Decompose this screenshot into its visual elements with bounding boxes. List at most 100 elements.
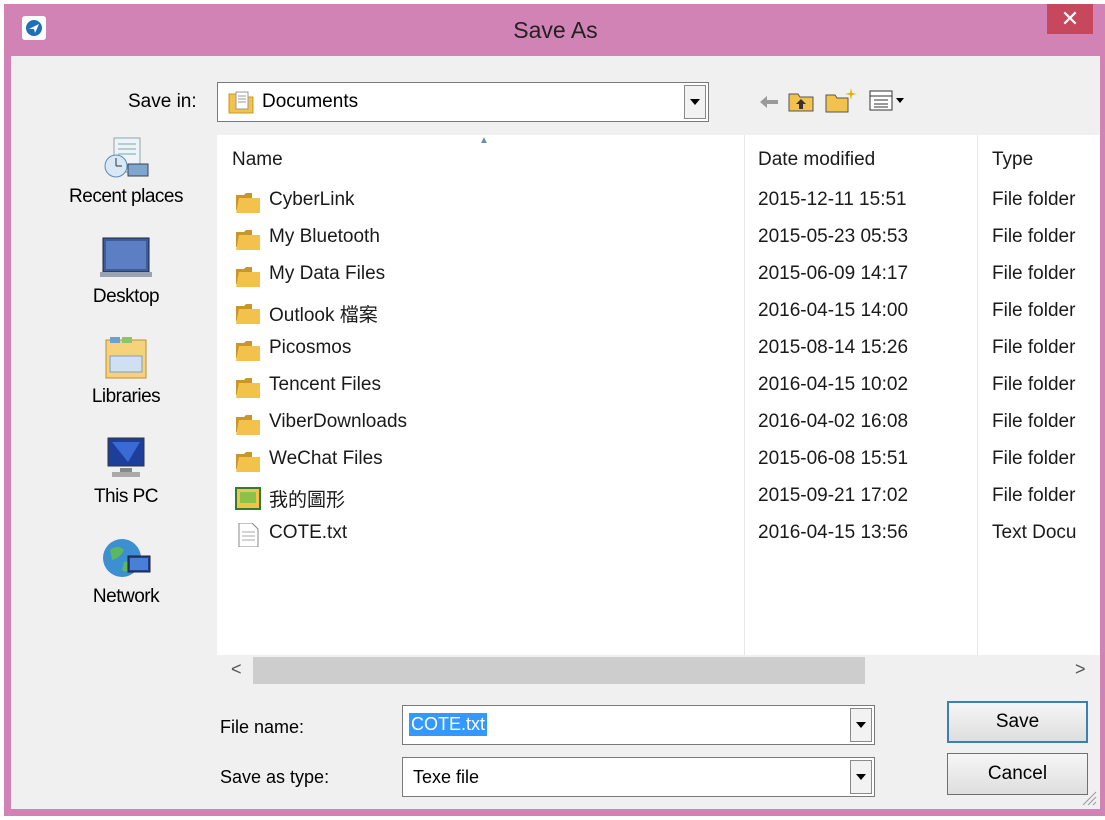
folder-icon — [236, 230, 260, 250]
libraries-icon — [105, 337, 147, 379]
file-type: File folder — [992, 411, 1076, 432]
documents-folder-icon — [228, 91, 254, 114]
chevron-down-icon — [690, 99, 700, 105]
file-row[interactable]: Tencent Files 2016-04-15 10:02 File fold… — [217, 368, 1100, 405]
cancel-button[interactable]: Cancel — [947, 753, 1088, 795]
file-name: My Data Files — [269, 263, 386, 284]
desktop-icon — [100, 237, 152, 277]
place-libraries[interactable]: Libraries — [51, 336, 201, 408]
file-date: 2015-12-11 15:51 — [758, 189, 907, 210]
file-name-label: File name: — [220, 717, 305, 737]
file-date: 2016-04-15 13:56 — [758, 522, 909, 543]
back-arrow-icon[interactable] — [758, 93, 780, 111]
file-list[interactable]: Name ▲ Date modified Type CyberLink 2015… — [217, 135, 1100, 655]
file-type: File folder — [992, 337, 1076, 358]
file-row[interactable]: WeChat Files 2015-06-08 15:51 File folde… — [217, 442, 1100, 479]
recent-places-icon — [104, 137, 149, 178]
file-row[interactable]: My Bluetooth 2015-05-23 05:53 File folde… — [217, 220, 1100, 257]
file-name: 我的圖形 — [269, 490, 346, 511]
save-in-label: Save in: — [128, 91, 197, 112]
folder-icon — [236, 193, 260, 213]
file-type: File folder — [992, 226, 1076, 247]
file-row[interactable]: CyberLink 2015-12-11 15:51 File folder — [217, 183, 1100, 220]
file-name-input[interactable]: COTE.txt — [402, 705, 875, 745]
save-in-dropdown-arrow[interactable] — [684, 85, 706, 119]
folder-icon — [236, 452, 260, 472]
file-type: File folder — [992, 263, 1076, 284]
file-type: File folder — [992, 374, 1076, 395]
folder-icon — [236, 267, 260, 287]
file-name: Tencent Files — [269, 374, 381, 395]
window-title: Save As — [513, 17, 598, 43]
file-name-selected-text: COTE.txt — [409, 713, 488, 736]
column-header-name[interactable]: Name — [232, 149, 283, 171]
file-name: ViberDownloads — [269, 411, 408, 432]
file-type: File folder — [992, 485, 1076, 506]
place-label: Recent places — [69, 186, 183, 207]
this-pc-icon — [107, 437, 145, 477]
file-date: 2015-09-21 17:02 — [758, 485, 909, 506]
file-type: File folder — [992, 300, 1076, 321]
file-row[interactable]: 我的圖形 2015-09-21 17:02 File folder — [217, 479, 1100, 516]
file-name: COTE.txt — [269, 522, 348, 543]
column-header-type[interactable]: Type — [992, 149, 1033, 171]
pictures-folder-icon — [235, 487, 261, 510]
file-name: CyberLink — [269, 189, 355, 210]
view-menu-icon[interactable] — [869, 89, 907, 113]
file-row[interactable]: Picosmos 2015-08-14 15:26 File folder — [217, 331, 1100, 368]
folder-icon — [236, 415, 260, 435]
file-date: 2015-08-14 15:26 — [758, 337, 909, 358]
save-as-type-value: Texe file — [413, 767, 480, 787]
save-as-type-label: Save as type: — [220, 767, 330, 787]
horizontal-scrollbar[interactable]: < > — [217, 655, 1100, 686]
place-label: Network — [92, 586, 160, 607]
place-label: Desktop — [92, 286, 160, 307]
title-bar[interactable]: Save As ✕ — [4, 4, 1105, 56]
folder-icon — [236, 341, 260, 361]
text-file-icon — [238, 523, 259, 547]
file-date: 2015-06-09 14:17 — [758, 263, 909, 284]
file-row[interactable]: Outlook 檔案 2016-04-15 14:00 File folder — [217, 294, 1100, 331]
new-folder-icon[interactable] — [824, 86, 858, 114]
file-row[interactable]: My Data Files 2015-06-09 14:17 File fold… — [217, 257, 1100, 294]
file-date: 2016-04-15 10:02 — [758, 374, 909, 395]
save-button[interactable]: Save — [947, 701, 1088, 743]
place-label: This PC — [93, 486, 159, 507]
column-header-date-modified[interactable]: Date modified — [758, 149, 875, 171]
up-one-level-icon[interactable] — [787, 89, 815, 113]
file-type: Text Docu — [992, 522, 1077, 543]
chevron-down-icon — [856, 774, 866, 780]
close-button[interactable]: ✕ — [1047, 4, 1093, 34]
scrollbar-thumb[interactable] — [253, 657, 865, 684]
folder-icon — [236, 304, 260, 324]
place-network[interactable]: Network — [51, 536, 201, 608]
save-in-dropdown[interactable]: Documents — [217, 82, 709, 122]
file-row[interactable]: COTE.txt 2016-04-15 13:56 Text Docu — [217, 516, 1100, 553]
file-date: 2016-04-15 14:00 — [758, 300, 909, 321]
save-as-dialog: Save As ✕ Save in: Documents Recent plac… — [4, 4, 1105, 816]
dialog-body: Save in: Documents Recent places Desktop… — [11, 56, 1100, 809]
chevron-down-icon — [856, 722, 866, 728]
file-name: My Bluetooth — [269, 226, 380, 247]
file-date: 2015-05-23 05:53 — [758, 226, 909, 247]
file-date: 2015-06-08 15:51 — [758, 448, 909, 469]
place-recent-places[interactable]: Recent places — [51, 136, 201, 208]
place-this-pc[interactable]: This PC — [51, 436, 201, 508]
resize-grip-icon[interactable] — [1079, 788, 1097, 806]
file-type: File folder — [992, 448, 1076, 469]
scroll-left-button[interactable]: < — [231, 659, 242, 680]
file-name: Outlook 檔案 — [269, 305, 378, 326]
file-name: Picosmos — [269, 337, 352, 358]
place-desktop[interactable]: Desktop — [51, 236, 201, 308]
places-bar: Recent places Desktop Libraries This PC … — [51, 136, 201, 636]
place-label: Libraries — [91, 386, 161, 407]
file-name-dropdown-arrow[interactable] — [850, 708, 872, 742]
network-icon — [103, 539, 151, 577]
save-in-value: Documents — [262, 91, 359, 112]
save-as-type-dropdown-arrow[interactable] — [850, 760, 872, 794]
save-as-type-dropdown[interactable]: Texe file — [402, 757, 875, 797]
file-type: File folder — [992, 189, 1076, 210]
scroll-right-button[interactable]: > — [1075, 659, 1086, 680]
file-name: WeChat Files — [269, 448, 383, 469]
file-row[interactable]: ViberDownloads 2016-04-02 16:08 File fol… — [217, 405, 1100, 442]
